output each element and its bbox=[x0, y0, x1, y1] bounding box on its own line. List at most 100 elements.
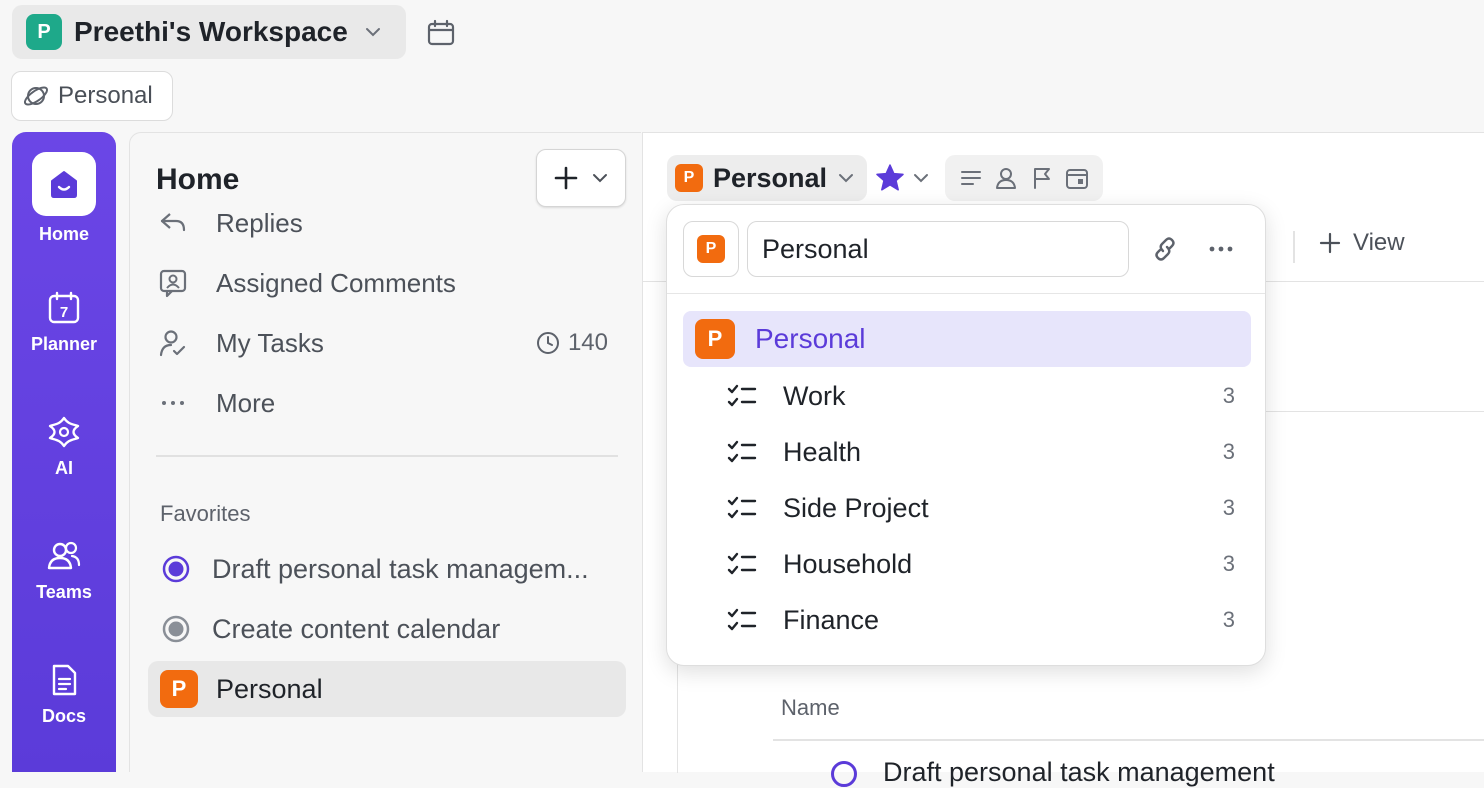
ai-icon bbox=[48, 416, 80, 448]
checklist-icon bbox=[727, 440, 757, 463]
assigned-comments-icon bbox=[159, 269, 187, 298]
favorite-item-label: Create content calendar bbox=[212, 613, 501, 644]
space-chip[interactable]: Personal bbox=[11, 71, 173, 121]
checklist-icon bbox=[727, 496, 757, 519]
chevron-down-icon bbox=[839, 174, 854, 183]
list-item-count: 3 bbox=[1222, 383, 1235, 408]
calendar-icon[interactable] bbox=[1065, 166, 1089, 190]
favorites-heading: Favorites bbox=[160, 501, 251, 526]
list-item-count: 3 bbox=[1222, 495, 1235, 520]
favorite-item[interactable]: Draft personal task managem... bbox=[148, 541, 626, 597]
sidebar-item-more[interactable]: More bbox=[158, 381, 618, 425]
task-status-icon[interactable] bbox=[831, 761, 857, 787]
docs-icon bbox=[52, 664, 77, 696]
task-status-icon bbox=[162, 615, 190, 643]
rail-item-planner[interactable]: 7 Planner bbox=[12, 290, 116, 355]
list-item-count: 3 bbox=[1222, 607, 1235, 632]
dropdown-list-item[interactable]: Finance 3 bbox=[727, 595, 1247, 645]
sidebar-title: Home bbox=[156, 163, 240, 196]
more-horizontal-icon bbox=[162, 401, 184, 405]
task-status-icon bbox=[162, 555, 190, 583]
space-avatar: P bbox=[675, 164, 703, 192]
favorite-item-label: Draft personal task managem... bbox=[212, 553, 589, 584]
home-icon bbox=[32, 152, 96, 216]
list-item-label: Health bbox=[783, 436, 862, 467]
favorite-star-button[interactable] bbox=[875, 163, 929, 193]
create-new-button[interactable] bbox=[536, 149, 626, 207]
space-dropdown: P P Personal Work 3 Health 3 Side Projec… bbox=[666, 204, 1266, 666]
list-item-label: Side Project bbox=[783, 492, 929, 523]
chevron-down-icon bbox=[365, 28, 380, 37]
list-item-count: 3 bbox=[1222, 439, 1235, 464]
workspace-name: Preethi's Workspace bbox=[74, 16, 348, 47]
divider bbox=[667, 293, 1265, 294]
teams-icon bbox=[47, 541, 81, 570]
sidebar-item-label: More bbox=[216, 387, 276, 418]
favorite-item-personal[interactable]: P Personal bbox=[148, 661, 626, 717]
sidebar-item-label: My Tasks bbox=[216, 327, 324, 358]
rail-label-ai: AI bbox=[55, 458, 73, 478]
workspace-switcher[interactable]: P Preethi's Workspace bbox=[12, 5, 406, 59]
add-view-button[interactable]: View bbox=[1319, 229, 1405, 257]
star-icon bbox=[876, 164, 904, 191]
dropdown-list-item[interactable]: Health 3 bbox=[727, 427, 1247, 477]
chevron-down-icon bbox=[914, 174, 928, 183]
more-horizontal-icon[interactable] bbox=[1205, 233, 1237, 265]
description-icon[interactable] bbox=[959, 166, 983, 190]
rail-item-ai[interactable]: AI bbox=[12, 414, 116, 479]
app-rail: Home 7 Planner AI Teams Docs bbox=[12, 132, 116, 772]
flag-icon[interactable] bbox=[1030, 166, 1054, 190]
space-avatar: P bbox=[160, 670, 198, 708]
chevron-down-icon bbox=[593, 174, 607, 183]
reply-icon bbox=[160, 213, 186, 232]
my-tasks-count: 140 bbox=[536, 329, 608, 357]
rail-item-home[interactable]: Home bbox=[12, 152, 116, 245]
breadcrumb[interactable]: P Personal bbox=[667, 155, 867, 201]
checklist-icon bbox=[727, 552, 757, 575]
svg-text:7: 7 bbox=[60, 304, 68, 321]
rail-label-teams: Teams bbox=[36, 582, 92, 602]
plus-icon bbox=[554, 166, 578, 190]
sidebar-divider bbox=[156, 455, 618, 457]
dropdown-list-item[interactable]: Work 3 bbox=[727, 371, 1247, 421]
sidebar-item-my-tasks[interactable]: My Tasks 140 bbox=[158, 321, 618, 365]
favorite-item[interactable]: Create content calendar bbox=[148, 601, 626, 657]
assignee-icon[interactable] bbox=[994, 166, 1018, 190]
column-header-name[interactable]: Name bbox=[781, 695, 840, 721]
dropdown-list-item[interactable]: Household 3 bbox=[727, 539, 1247, 589]
my-tasks-icon bbox=[159, 330, 186, 357]
task-toolbar bbox=[945, 155, 1103, 201]
clock-icon bbox=[536, 332, 559, 354]
space-avatar: P bbox=[695, 319, 735, 359]
list-item-label: Work bbox=[783, 380, 846, 411]
rail-label-planner: Planner bbox=[30, 334, 98, 354]
workspace-avatar: P bbox=[26, 14, 62, 50]
rail-label-docs: Docs bbox=[41, 706, 86, 726]
sidebar-item-assigned-comments[interactable]: Assigned Comments bbox=[158, 261, 618, 305]
sidebar-item-label: Assigned Comments bbox=[216, 267, 456, 298]
rail-item-teams[interactable]: Teams bbox=[12, 538, 116, 603]
list-item-count: 3 bbox=[1222, 551, 1235, 576]
breadcrumb-label: Personal bbox=[713, 162, 828, 193]
view-separator bbox=[1293, 231, 1295, 263]
sidebar-item-replies[interactable]: Replies bbox=[158, 201, 618, 245]
space-avatar-button[interactable]: P bbox=[683, 221, 739, 277]
dropdown-item-label: Personal bbox=[755, 323, 866, 354]
rail-item-docs[interactable]: Docs bbox=[12, 662, 116, 727]
divider bbox=[773, 739, 1484, 741]
my-tasks-count-value: 140 bbox=[567, 329, 608, 356]
list-item-label: Household bbox=[783, 548, 913, 579]
dropdown-list-item[interactable]: Side Project 3 bbox=[727, 483, 1247, 533]
space-name-input[interactable] bbox=[747, 221, 1129, 277]
sidebar: Home Replies Assigned Comments My Tasks … bbox=[129, 132, 641, 772]
planet-icon bbox=[23, 86, 49, 106]
list-item-label: Finance bbox=[783, 604, 880, 635]
space-chip-label: Personal bbox=[58, 82, 153, 109]
favorite-item-label: Personal bbox=[216, 673, 323, 704]
calendar-icon[interactable] bbox=[426, 18, 456, 48]
link-icon[interactable] bbox=[1149, 233, 1181, 265]
dropdown-item-personal-space[interactable]: P Personal bbox=[683, 311, 1251, 367]
task-name[interactable]: Draft personal task management bbox=[883, 757, 1275, 788]
planner-icon: 7 bbox=[48, 291, 80, 324]
checklist-icon bbox=[727, 608, 757, 631]
